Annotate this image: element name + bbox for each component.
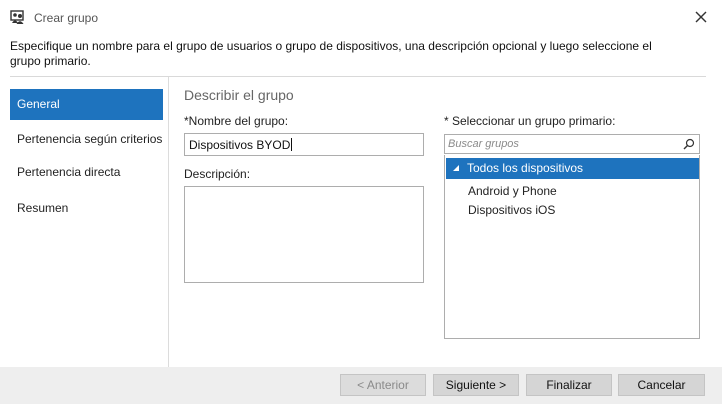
search-icon[interactable] — [683, 138, 695, 150]
tree-node-label: Todos los dispositivos — [467, 161, 584, 175]
nav-item-criteria-membership[interactable]: Pertenencia según criterios — [10, 124, 163, 155]
next-button[interactable]: Siguiente > — [433, 374, 519, 396]
search-placeholder: Buscar grupos — [448, 138, 519, 150]
cancel-button[interactable]: Cancelar — [618, 374, 705, 396]
nav-item-label: Pertenencia según criterios — [17, 132, 163, 146]
nav-item-label: Pertenencia directa — [17, 165, 121, 179]
window-title: Crear grupo — [34, 11, 99, 25]
title-bar: Crear grupo — [0, 0, 722, 34]
nav-item-label: General — [17, 97, 60, 111]
close-icon[interactable] — [690, 6, 712, 28]
intro-text: Especifique un nombre para el grupo de u… — [10, 39, 652, 68]
tree-node-android-phone[interactable]: Android y Phone — [468, 184, 557, 198]
group-name-value: Dispositivos BYOD — [189, 138, 291, 152]
text-caret — [291, 138, 293, 151]
tree-node-all-devices[interactable]: Todos los dispositivos — [446, 158, 699, 179]
back-button[interactable]: < Anterior — [340, 374, 426, 396]
group-name-label: *Nombre del grupo: — [184, 114, 289, 128]
expand-triangle-icon[interactable] — [453, 165, 459, 171]
parent-group-label: * Seleccionar un grupo primario: — [444, 114, 616, 128]
section-title: Describir el grupo — [184, 87, 294, 103]
group-tree: Todos los dispositivos Android y Phone D… — [444, 155, 700, 339]
wizard-nav: General Pertenencia según criterios Pert… — [0, 77, 169, 367]
group-search-input[interactable]: Buscar grupos — [444, 134, 700, 154]
description-textarea[interactable] — [184, 186, 424, 283]
nav-item-label: Resumen — [17, 201, 69, 215]
finish-button[interactable]: Finalizar — [526, 374, 612, 396]
nav-item-direct-membership[interactable]: Pertenencia directa — [10, 157, 163, 188]
group-name-input[interactable]: Dispositivos BYOD — [184, 133, 424, 156]
description-label: Descripción: — [184, 167, 251, 181]
tree-node-ios-devices[interactable]: Dispositivos iOS — [468, 203, 555, 217]
nav-item-general[interactable]: General — [10, 89, 163, 120]
users-group-icon — [10, 10, 24, 24]
nav-item-summary[interactable]: Resumen — [10, 193, 163, 224]
tree-node-label: Dispositivos iOS — [468, 203, 556, 217]
tree-node-label: Android y Phone — [468, 184, 557, 198]
